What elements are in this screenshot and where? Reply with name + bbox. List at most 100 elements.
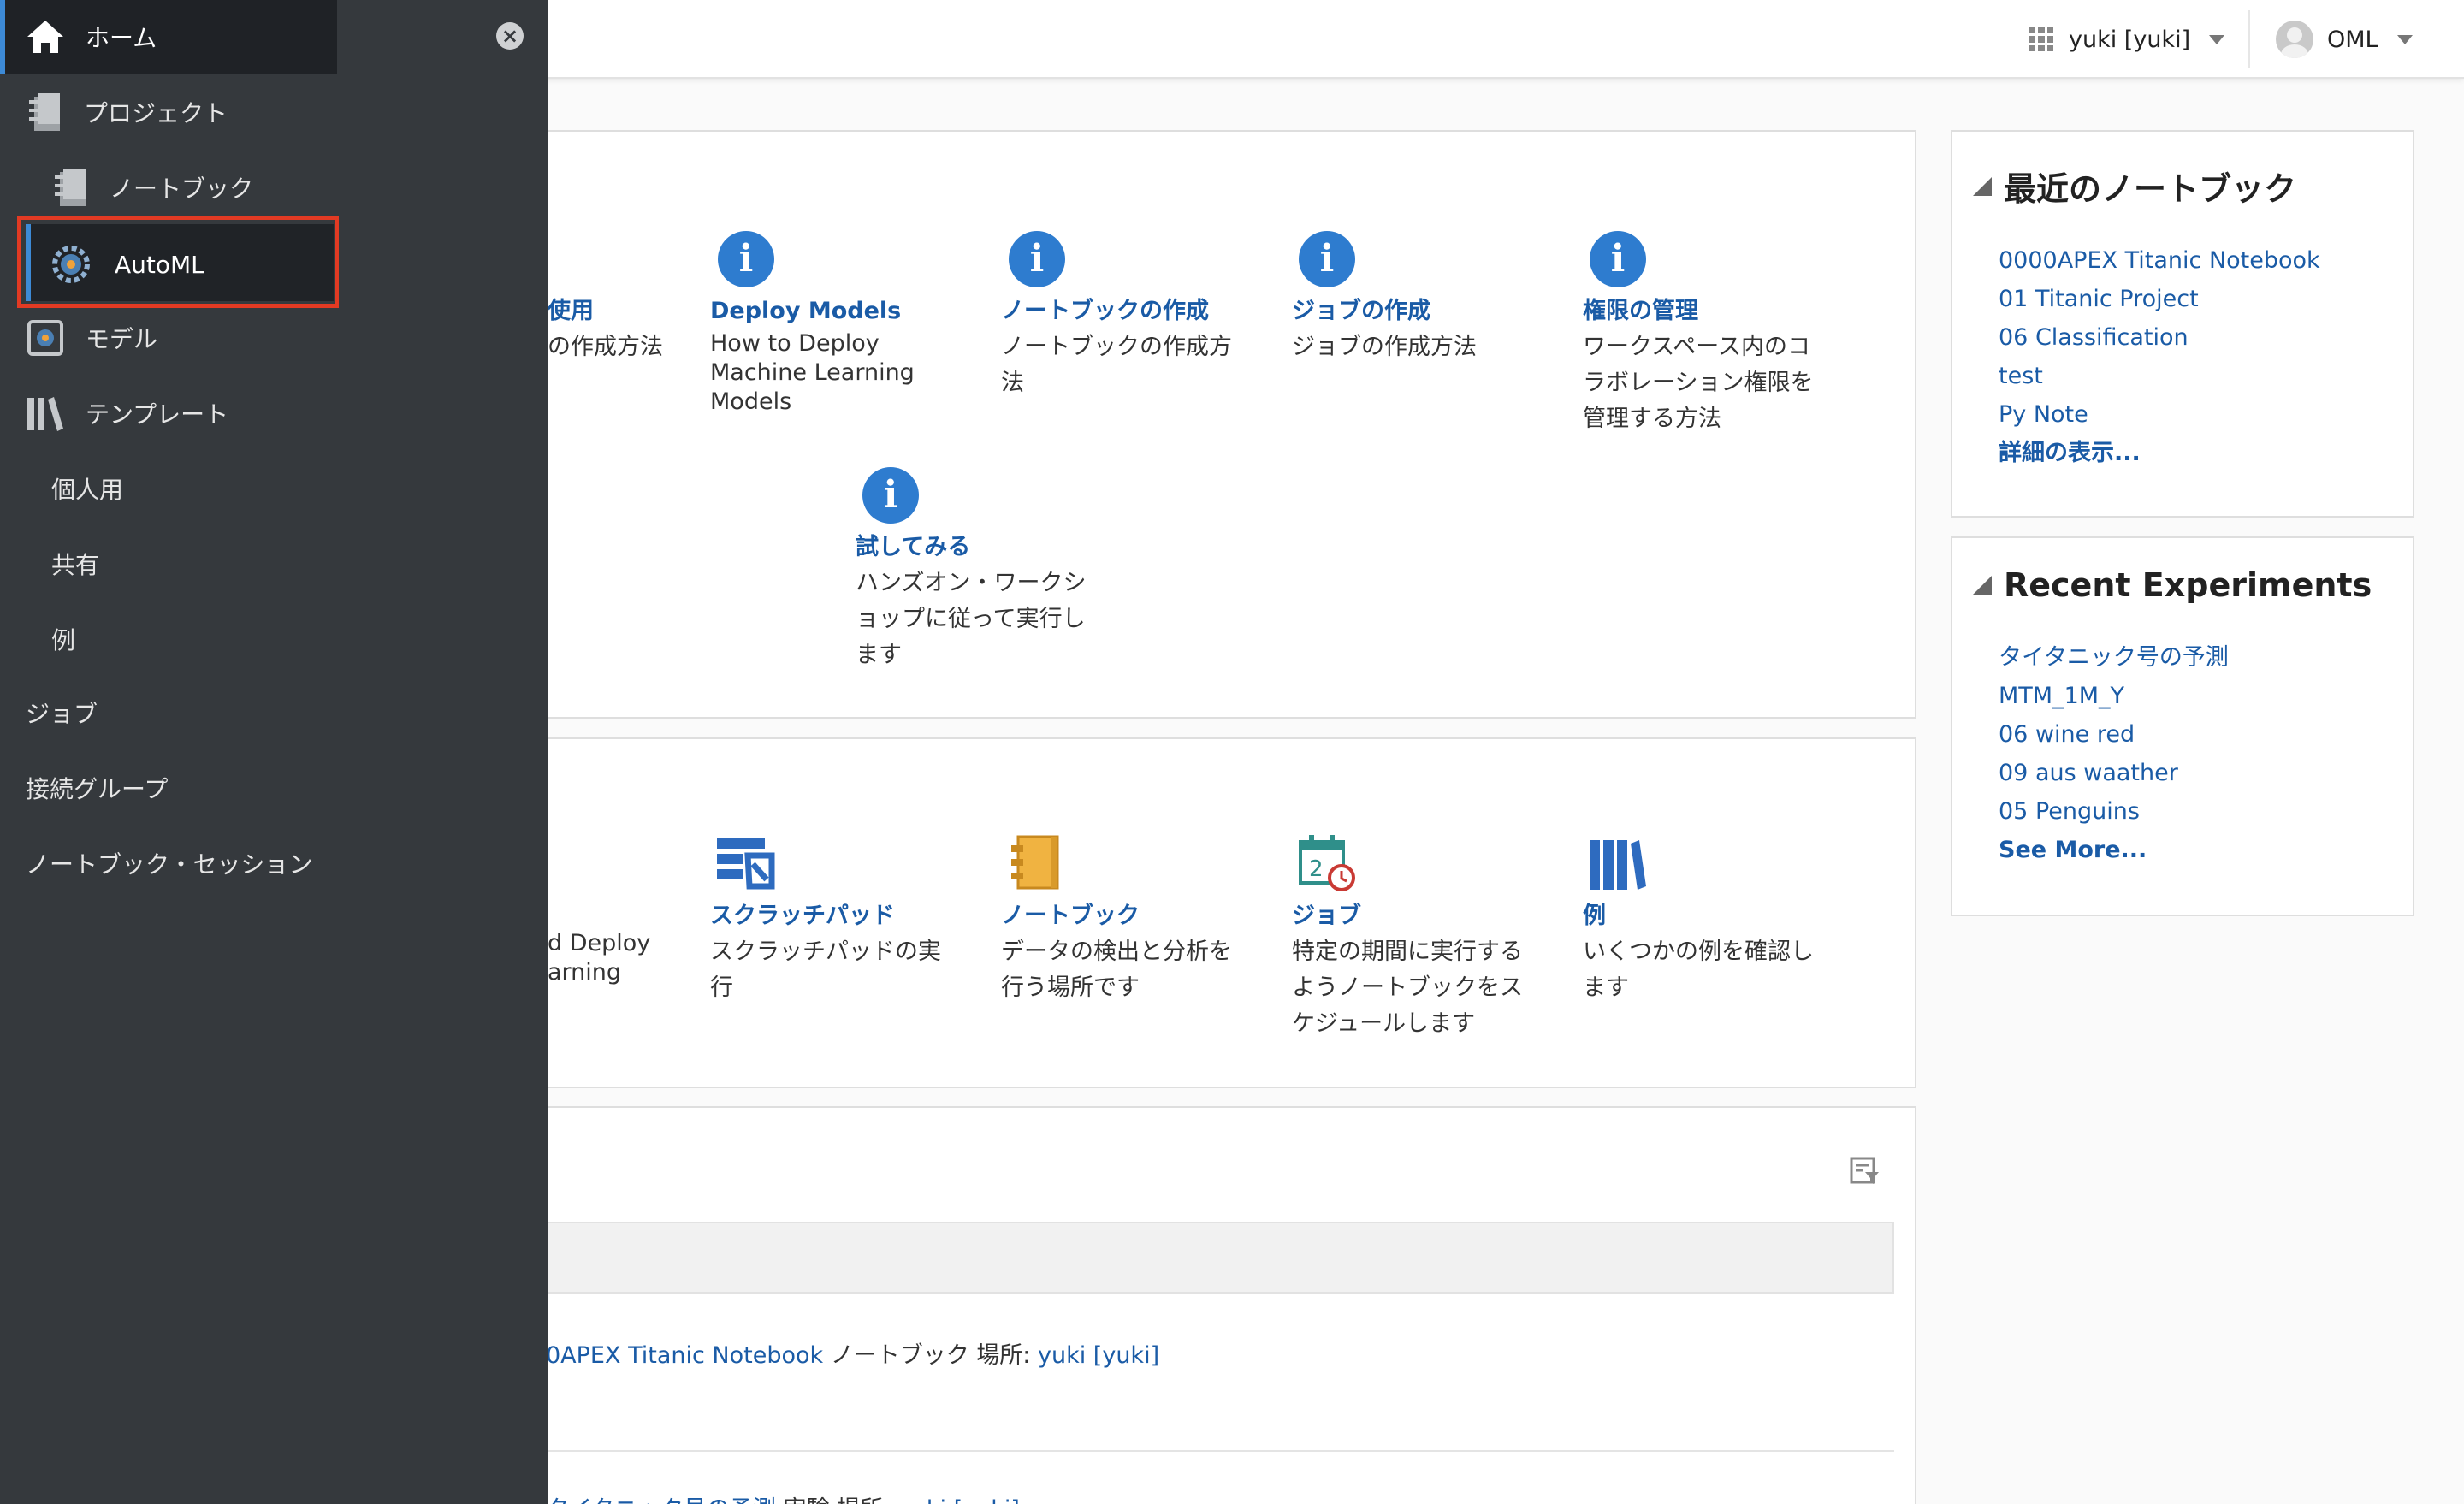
see-more-link[interactable]: See More...: [1999, 831, 2229, 869]
howto-title: 権限の管理: [1583, 298, 1698, 324]
recent-notebook-link[interactable]: 06 Classification: [1999, 318, 2320, 357]
recent-notebooks-header[interactable]: 最近のノートブック: [1973, 163, 2296, 210]
howto-desc-line: How to Deploy: [710, 330, 880, 357]
recent-notebooks-title: 最近のノートブック: [2004, 170, 2297, 208]
user-label: OML: [2327, 26, 2378, 53]
workspace-selector[interactable]: yuki [yuki]: [2029, 19, 2225, 60]
howto-tile-notebook[interactable]: ノートブックの作成 ノートブックの作成方 法: [1001, 293, 1258, 401]
quick-tile-examples[interactable]: 例 いくつかの例を確認し ます: [1583, 898, 1839, 1006]
info-icon[interactable]: i: [1590, 231, 1646, 287]
sidebar-item-templates[interactable]: テンプレート: [26, 392, 228, 435]
notebook-icon: [55, 169, 86, 206]
howto-desc-line: ワークスペース内のコ: [1583, 334, 1810, 360]
avatar: [2276, 21, 2313, 58]
sidebar-label: テンプレート: [86, 400, 229, 429]
recent-notebook-link[interactable]: 01 Titanic Project: [1999, 280, 2320, 318]
sidebar-label: 例: [51, 626, 76, 654]
info-icon[interactable]: i: [1299, 231, 1355, 287]
sidebar-label: ノートブック: [110, 175, 254, 203]
activity-location[interactable]: yuki [yuki]: [1038, 1342, 1159, 1369]
workspace-label: yuki [yuki]: [2069, 26, 2191, 53]
filter-icon[interactable]: [1850, 1157, 1881, 1186]
howto-desc-line: Models: [710, 388, 792, 415]
sidebar-label: プロジェクト: [84, 99, 228, 127]
recent-experiment-link[interactable]: 09 aus waather: [1999, 754, 2229, 792]
sidebar-item-personal[interactable]: 個人用: [51, 467, 123, 510]
sidebar-item-home[interactable]: ホーム: [26, 15, 157, 58]
sidebar-label: 共有: [51, 551, 100, 579]
recent-experiments-header[interactable]: Recent Experiments: [1973, 566, 2372, 604]
info-icon[interactable]: i: [1009, 231, 1065, 287]
sidebar-item-jobs[interactable]: ジョブ: [26, 691, 98, 734]
quick-desc-line: ケジュールします: [1292, 1010, 1476, 1037]
recent-notebooks-list: 0000APEX Titanic Notebook 01 Titanic Pro…: [1999, 241, 2320, 472]
quick-tile-scratchpad[interactable]: スクラッチパッド スクラッチパッドの実 行: [710, 898, 967, 1006]
chevron-down-icon: [2209, 34, 2225, 44]
howto-title: ジョブの作成: [1292, 298, 1430, 324]
user-menu[interactable]: OML: [2276, 15, 2413, 63]
books-icon: [27, 397, 63, 431]
sidebar-item-projects[interactable]: プロジェクト: [26, 91, 228, 133]
info-icon[interactable]: i: [718, 231, 774, 287]
workspace-grid-icon: [2029, 27, 2053, 51]
sidebar-item-notebooks[interactable]: ノートブック: [51, 166, 253, 209]
howto-tile-partial[interactable]: 使用 の作成方法: [548, 293, 676, 365]
sidebar-label: 個人用: [51, 476, 124, 504]
collapse-triangle-icon: [1973, 176, 1992, 196]
activity-link[interactable]: 0APEX Titanic Notebook: [546, 1342, 823, 1369]
howto-desc-line: ます: [856, 642, 902, 668]
sidebar-item-models[interactable]: モデル: [26, 317, 157, 359]
sidebar-item-connection-groups[interactable]: 接続グループ: [26, 767, 168, 809]
activity-row: 0APEX Titanic Notebook ノートブック 場所: yuki […: [546, 1336, 1159, 1370]
notebook-icon: [29, 93, 60, 131]
quick-title: ジョブ: [1292, 903, 1361, 929]
show-more-link[interactable]: 詳細の表示...: [1999, 434, 2320, 472]
recent-experiment-link[interactable]: MTM_1M_Y: [1999, 677, 2229, 715]
howto-desc-line: ノートブックの作成方: [1001, 334, 1232, 360]
close-icon[interactable]: ×: [496, 22, 524, 50]
sidebar-item-shared[interactable]: 共有: [51, 542, 99, 585]
quick-tile-job[interactable]: ジョブ 特定の期間に実行する ようノートブックをス ケジュールします: [1292, 898, 1549, 1042]
quick-desc-line: 特定の期間に実行する: [1292, 939, 1523, 965]
recent-experiments-list: タイタニック号の予測 MTM_1M_Y 06 wine red 09 aus w…: [1999, 638, 2229, 869]
howto-tile-job[interactable]: ジョブの作成 ジョブの作成方法: [1292, 293, 1549, 365]
quick-desc-line: いくつかの例を確認し: [1583, 939, 1814, 965]
quick-tile-partial[interactable]: d Deploy arning: [548, 929, 676, 987]
howto-desc-line: ジョブの作成方法: [1292, 334, 1477, 360]
howto-tile-tryit[interactable]: 試してみる ハンズオン・ワークシ ョップに従って実行し ます: [856, 530, 1112, 673]
quick-desc-line: スクラッチパッドの実: [710, 939, 941, 965]
sidebar-item-examples[interactable]: 例: [51, 618, 75, 660]
activity-link[interactable]: タイタニック号の予測: [546, 1496, 776, 1504]
howto-desc-line: 法: [1001, 370, 1024, 396]
howto-tile-deploy[interactable]: Deploy Models How to Deploy Machine Lear…: [710, 293, 967, 417]
activity-location[interactable]: yuki [yuki]: [898, 1496, 1020, 1504]
recent-experiment-link[interactable]: 05 Penguins: [1999, 792, 2229, 831]
howto-partial-desc: の作成方法: [548, 334, 663, 360]
recent-notebook-link[interactable]: test: [1999, 357, 2320, 395]
howto-tile-permissions[interactable]: 権限の管理 ワークスペース内のコ ラボレーション権限を 管理する方法: [1583, 293, 1839, 437]
quick-desc-line: ようノートブックをス: [1292, 974, 1523, 1001]
info-icon[interactable]: i: [862, 467, 919, 524]
activity-type: ノートブック 場所:: [823, 1342, 1038, 1369]
quick-desc-line: データの検出と分析を: [1001, 939, 1232, 965]
howto-desc-line: ラボレーション権限を: [1583, 370, 1814, 396]
howto-title: ノートブックの作成: [1001, 298, 1209, 324]
howto-partial-title: 使用: [548, 298, 594, 324]
calendar-clock-icon: 2: [1299, 835, 1355, 891]
quick-title: ノートブック: [1001, 903, 1140, 929]
sidebar-label: ノートブック・セッション: [26, 850, 313, 879]
recent-activities-panel: [479, 1106, 1916, 1504]
collapse-triangle-icon: [1973, 576, 1992, 595]
recent-experiment-link[interactable]: 06 wine red: [1999, 715, 2229, 754]
recent-experiment-link[interactable]: タイタニック号の予測: [1999, 638, 2229, 677]
recent-notebook-link[interactable]: 0000APEX Titanic Notebook: [1999, 241, 2320, 280]
quick-desc-line: 行う場所です: [1001, 974, 1140, 1001]
chevron-down-icon: [2396, 34, 2413, 44]
highlight-box: [17, 216, 339, 308]
recent-notebook-link[interactable]: Py Note: [1999, 395, 2320, 434]
activity-header-row: [530, 1222, 1894, 1294]
howto-desc-line: ハンズオン・ワークシ: [856, 570, 1087, 596]
sidebar-item-notebook-sessions[interactable]: ノートブック・セッション: [26, 842, 312, 885]
quick-tile-notebook[interactable]: ノートブック データの検出と分析を 行う場所です: [1001, 898, 1258, 1006]
recent-experiments-title: Recent Experiments: [2004, 566, 2372, 604]
